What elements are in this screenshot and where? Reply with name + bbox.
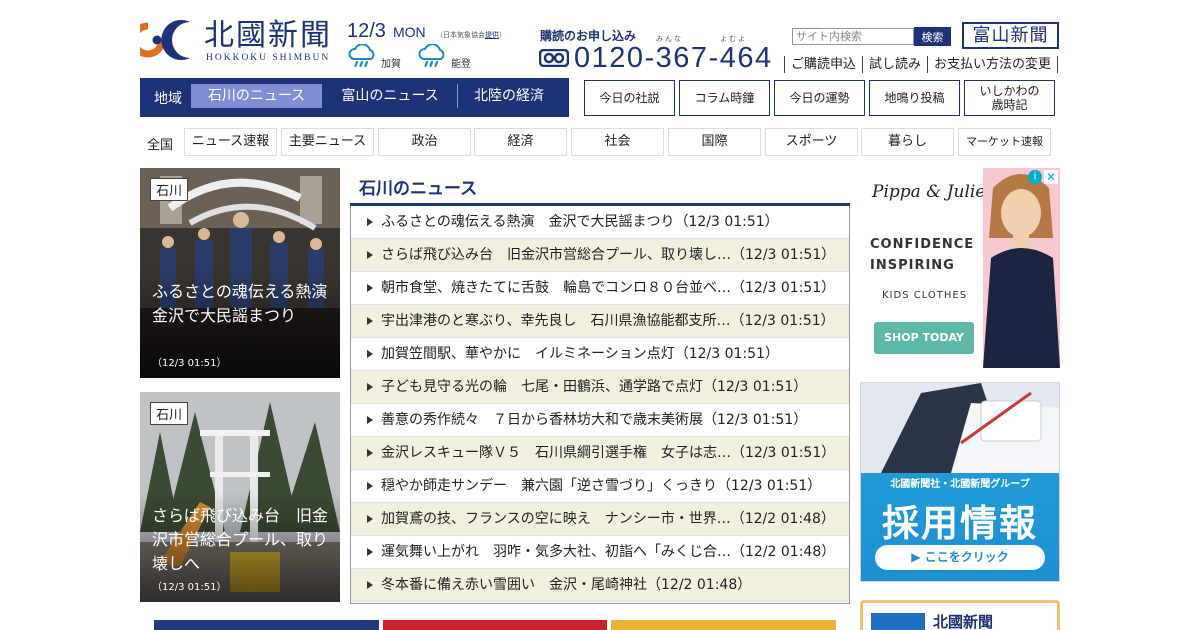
hokkoku-paper-ad[interactable]: 北國新聞 [860,600,1060,630]
rain-cloud-icon [348,44,375,68]
freedial-icon [539,49,569,67]
category-lifestyle[interactable]: 暮らし [861,128,954,156]
region-label: 地域 [154,91,182,107]
region-tag: 石川 [150,402,189,425]
bullet-triangle-icon [367,449,373,457]
bullet-triangle-icon [367,251,373,259]
category-sports[interactable]: スポーツ [765,128,858,156]
news-item[interactable]: 宇出津港のと寒ぶり、幸先良し 石川県漁協能都支所…（12/3 01:51） [351,305,849,338]
paper-ad-image [871,613,925,630]
site-search-input[interactable] [792,28,914,45]
ad-info-icon[interactable]: i [1028,170,1042,184]
category-national[interactable]: 全国 [147,134,173,153]
news-item[interactable]: 加賀笠間駅、華やかに イルミネーション点灯（12/3 01:51） [351,338,849,371]
category-breaking-news[interactable]: ニュース速報 [184,128,277,156]
news-item[interactable]: さらば飛び込み台 旧金沢市営総合プール、取り壊し…（12/3 01:51） [351,239,849,272]
payment-change-link[interactable]: お支払い方法の変更 [927,56,1059,73]
news-list: ふるさとの魂伝える熱演 金沢で大民謡まつり（12/3 01:51） さらば飛び込… [350,206,850,604]
region-nav: 地域 石川のニュース 富山のニュース 北陸の経済 [140,78,569,117]
tab-toyama-news[interactable]: 富山のニュース [324,84,456,108]
bottom-banner-1[interactable] [154,620,379,630]
reader-letters-button[interactable]: 地鳴り投稿 [869,80,960,116]
editorial-button[interactable]: 今日の社説 [584,80,675,116]
logo-mark-icon [140,19,190,61]
news-item[interactable]: 冬本番に備え赤い雪囲い 金沢・尾崎神社（12/2 01:48） [351,569,849,602]
logo-roman: HOKKOKU SHIMBUN [206,53,331,63]
recruit-ad[interactable]: 北國新聞社・北國新聞グループ 採用情報 ▶ ここをクリック [860,382,1060,582]
category-economy[interactable]: 経済 [474,128,567,156]
bullet-triangle-icon [367,515,373,523]
paper-ad-title: 北國新聞 [933,613,994,630]
shop-today-button[interactable]: SHOP TODAY [874,322,974,354]
bullet-triangle-icon [367,317,373,325]
photo-card-diving-board[interactable]: 石川 さらば飛び込み台 旧金沢市営総合プール、取り壊しへ （12/3 01:51… [140,392,340,602]
category-society[interactable]: 社会 [571,128,664,156]
photo-timestamp: （12/3 01:51） [152,582,227,593]
utility-links: ご購読申込 試し読み お支払い方法の変更 [784,56,1059,73]
search-button[interactable]: 検索 [914,27,951,46]
bullet-triangle-icon [367,350,373,358]
ad-close-icon[interactable]: ✕ [1044,170,1058,184]
bullet-triangle-icon [367,284,373,292]
weather-provider-note: （日本気象協会提供） [436,31,506,39]
logo-name: 北國新聞 [204,18,332,53]
weather-area-label: 能登 [451,59,471,70]
photo-caption[interactable]: さらば飛び込み台 旧金沢市営総合プール、取り壊しへ [152,504,330,576]
tab-ishikawa-news[interactable]: 石川のニュース [191,84,322,108]
bottom-banner-3[interactable] [611,620,836,630]
weather-provider-link[interactable]: 提供 [485,31,499,39]
news-section-title: 石川のニュース [359,179,478,199]
news-item[interactable]: 子ども見守る光の輪 七尾・田鶴浜、通学路で点灯（12/3 01:51） [351,371,849,404]
subscribe-link[interactable]: ご購読申込 [784,56,862,73]
ishikawa-almanac-button[interactable]: いしかわの 歳時記 [964,80,1055,116]
weather-area-label: 加賀 [381,59,401,70]
news-item[interactable]: 金沢レスキュー隊Ｖ５ 石川県綱引選手権 女子は志…（12/3 01:51） [351,437,849,470]
bullet-triangle-icon [367,383,373,391]
current-weekday: MON [393,24,426,40]
recruit-ad-photo [861,383,1059,473]
bullet-triangle-icon [367,416,373,424]
bullet-triangle-icon [367,482,373,490]
news-item[interactable]: 穏やか師走サンデー 兼六園「逆さ雪づり」くっきり（12/3 01:51） [351,470,849,503]
ad-brand: Pippa & Julie [872,182,986,202]
ad-subline: KIDS CLOTHES [882,290,968,301]
region-tag: 石川 [150,178,189,201]
category-international[interactable]: 国際 [668,128,761,156]
photo-card-festival[interactable]: 石川 ふるさとの魂伝える熱演 金沢で大民謡まつり （12/3 01:51） [140,168,340,378]
photo-caption[interactable]: ふるさとの魂伝える熱演 金沢で大民謡まつり [152,280,340,328]
category-politics[interactable]: 政治 [378,128,471,156]
bullet-triangle-icon [367,581,373,589]
bottom-banner-2[interactable] [383,620,607,630]
current-date: 12/3 [347,20,386,42]
tab-hokuriku-economy[interactable]: 北陸の経済 [457,84,560,108]
ad-headline: CONFIDENCE INSPIRING [870,237,975,273]
kids-clothes-ad[interactable]: Pippa & Julie CONFIDENCE INSPIRING KIDS C… [860,168,1060,368]
subscription-phone[interactable]: 0120-367-464 [574,42,773,75]
column-jisho-button[interactable]: コラム時鐘 [679,80,770,116]
bullet-triangle-icon [367,218,373,226]
recruit-ad-subtitle: 北國新聞社・北國新聞グループ [890,479,1030,490]
news-item[interactable]: 運気舞い上がれ 羽咋・気多大社、初詣へ「みくじ合…（12/2 01:48） [351,536,849,569]
bullet-triangle-icon [367,548,373,556]
photo-timestamp: （12/3 01:51） [152,358,227,369]
rain-cloud-icon [418,44,445,68]
news-item[interactable]: 加賀鳶の技、フランスの空に映え ナンシー市・世界…（12/2 01:48） [351,503,849,536]
recruit-ad-title: 採用情報 [882,502,1038,545]
news-item[interactable]: 朝市食堂、焼きたてに舌鼓 輪島でコンロ８０台並べ…（12/3 01:51） [351,272,849,305]
category-top-news[interactable]: 主要ニュース [281,128,374,156]
category-market-news[interactable]: マーケット速報 [958,128,1051,156]
horoscope-button[interactable]: 今日の運勢 [774,80,865,116]
ad-model-photo [983,168,1060,368]
site-logo[interactable]: 北國新聞 HOKKOKU SHIMBUN [140,16,340,66]
news-item[interactable]: ふるさとの魂伝える熱演 金沢で大民謡まつり（12/3 01:51） [351,206,849,239]
trial-link[interactable]: 試し読み [862,56,927,73]
recruit-click-button[interactable]: ▶ ここをクリック [875,545,1045,570]
news-item[interactable]: 善意の秀作続々 ７日から香林坊大和で歳末美術展（12/3 01:51） [351,404,849,437]
toyama-shimbun-logo[interactable]: 富山新聞 [962,22,1059,49]
